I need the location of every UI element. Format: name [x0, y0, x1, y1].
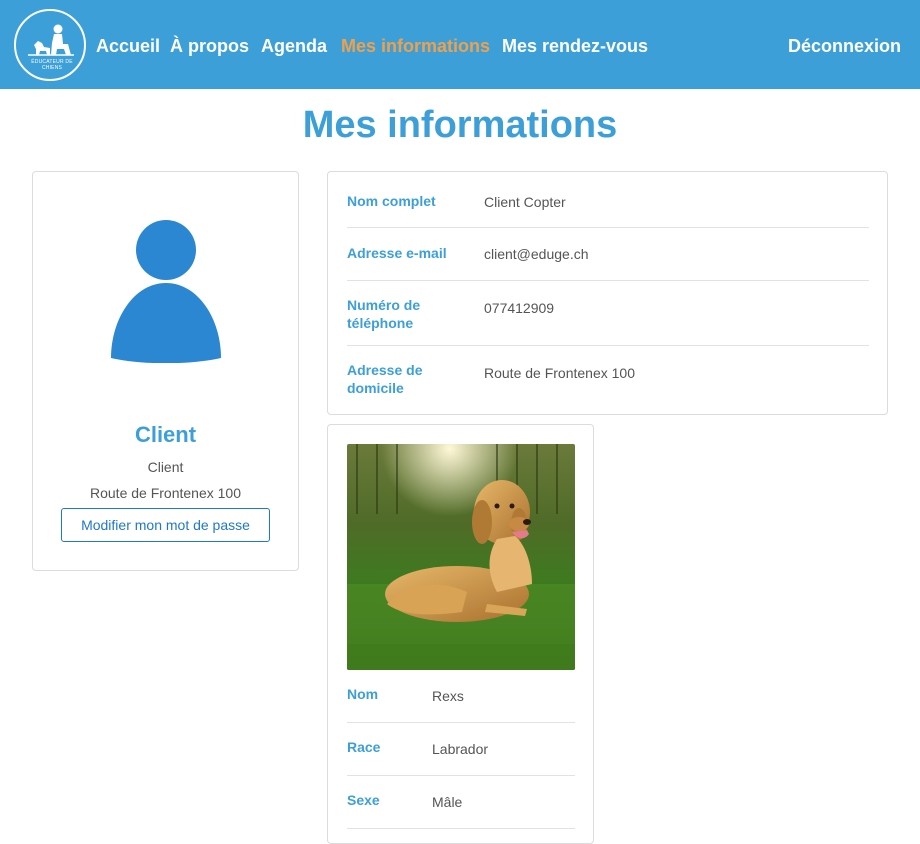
nav-mes-rendez-vous[interactable]: Mes rendez-vous	[502, 35, 648, 57]
profile-name: Client	[134, 422, 197, 447]
page-title: Mes informations	[302, 104, 618, 146]
info-label-full-name: Nom complet	[347, 193, 436, 209]
nav-agenda[interactable]: Agenda	[261, 35, 327, 57]
info-row-full-name: Nom complet Client Copter	[347, 172, 869, 228]
dog-card: Nom Rexs Race Labrador Sexe Mâle	[327, 424, 594, 844]
dog-row-breed: Race Labrador	[347, 723, 575, 776]
dog-value-sex: Mâle	[432, 794, 463, 810]
nav-accueil[interactable]: Accueil	[96, 35, 160, 57]
navbar: ÉDUCATEUR DE CHIENS Accueil À propos Age…	[0, 0, 920, 89]
info-card: Nom complet Client Copter Adresse e-mail…	[327, 171, 888, 415]
dog-value-breed: Labrador	[432, 741, 489, 757]
dog-label-sex: Sexe	[347, 792, 380, 808]
dog-value-name: Rexs	[432, 688, 464, 704]
nav-a-propos[interactable]: À propos	[170, 35, 249, 57]
dog-row-sex: Sexe Mâle	[347, 776, 575, 829]
info-value-email: client@eduge.ch	[484, 246, 589, 262]
dog-label-name: Nom	[347, 686, 379, 702]
nav-mes-informations[interactable]: Mes informations	[341, 35, 490, 57]
profile-address: Route de Frontenex 100	[90, 485, 241, 501]
info-row-email: Adresse e-mail client@eduge.ch	[347, 228, 869, 281]
change-password-button[interactable]: Modifier mon mot de passe	[61, 508, 270, 542]
info-label-address: Adresse de domicile	[347, 362, 423, 396]
dog-row-name: Nom Rexs	[347, 670, 575, 723]
info-value-phone: 077412909	[484, 300, 555, 316]
dog-photo	[347, 444, 575, 670]
info-label-phone: Numéro de téléphone	[347, 297, 421, 331]
info-value-address: Route de Frontenex 100	[484, 365, 635, 381]
logo[interactable]: ÉDUCATEUR DE CHIENS	[14, 9, 86, 81]
nav-deconnexion[interactable]: Déconnexion	[788, 35, 901, 57]
info-label-email: Adresse e-mail	[347, 245, 447, 261]
logo-text: ÉDUCATEUR DE CHIENS	[31, 59, 73, 71]
profile-card: Client Client Route de Frontenex 100 Mod…	[32, 171, 299, 571]
dog-label-breed: Race	[347, 739, 381, 755]
info-row-address: Adresse de domicile Route de Frontenex 1…	[347, 346, 869, 414]
user-icon	[111, 220, 221, 363]
profile-role: Client	[147, 459, 184, 475]
info-row-phone: Numéro de téléphone 077412909	[347, 281, 869, 346]
info-value-full-name: Client Copter	[484, 194, 566, 210]
